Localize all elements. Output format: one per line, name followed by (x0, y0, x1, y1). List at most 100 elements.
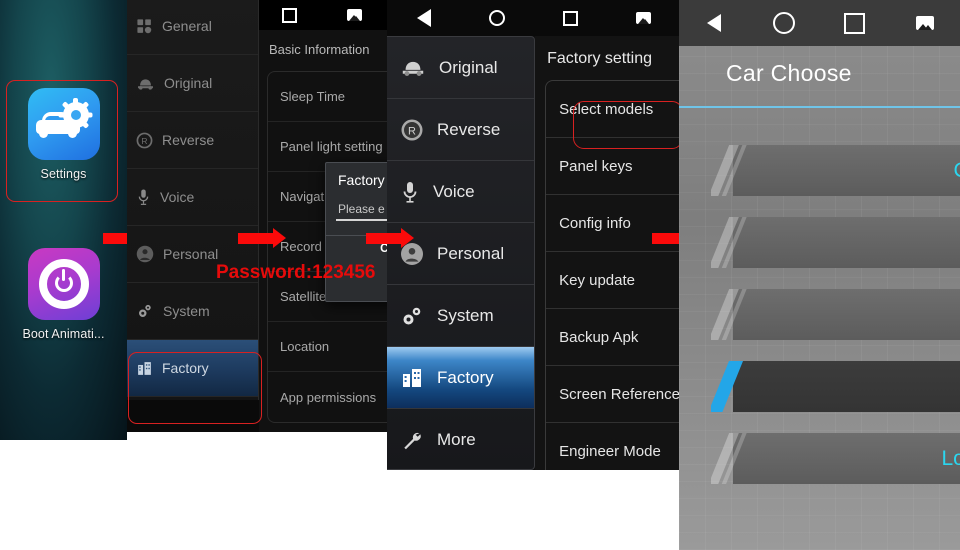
sidebar-item-label: Original (164, 75, 213, 91)
factory-sidebar[interactable]: Original R Reverse Voice Personal System (387, 36, 536, 470)
nav-home-button[interactable] (749, 12, 819, 34)
recents-icon (282, 7, 297, 23)
gears-icon (139, 304, 151, 317)
sidebar-item-label: Personal (163, 246, 219, 262)
factory-settings-panel: Original R Reverse Voice Personal System (387, 0, 680, 470)
list-item[interactable]: Sleep Time (268, 72, 387, 122)
page-title: Factory setting (547, 50, 653, 67)
password-input[interactable] (336, 219, 387, 221)
car-icon (402, 61, 424, 76)
sidebar-item-label: More (437, 429, 476, 449)
sidebar-item-general[interactable]: General (127, 0, 258, 55)
row-accent-stripe (711, 361, 751, 412)
back-icon (707, 14, 722, 32)
sidebar-item-more[interactable]: More (387, 409, 534, 470)
nav-recents-button[interactable] (534, 10, 607, 26)
sidebar-item-label: Voice (160, 189, 195, 205)
microphone-icon (138, 189, 149, 205)
sidebar-item-label: General (162, 18, 212, 34)
sidebar-item-label: Personal (437, 243, 505, 263)
screenshot-icon (347, 9, 362, 21)
sidebar-item-label: Reverse (437, 119, 501, 139)
list-item[interactable]: Location (268, 322, 387, 372)
row-accent-stripe (711, 217, 751, 268)
nav-back-button[interactable] (387, 9, 460, 27)
row-key: Logo: (941, 446, 960, 470)
app-label-boot-animation: Boot Animati... (22, 327, 105, 341)
car-icon (138, 78, 153, 90)
select-models-highlight-box (573, 101, 680, 149)
list-item[interactable]: Key update (546, 252, 680, 309)
dialog-title: Factory (338, 172, 385, 188)
nav-back-button[interactable] (679, 14, 749, 32)
person-icon (136, 245, 154, 263)
settings-highlight-box (6, 80, 118, 202)
screenshot-stage: Settings Boot Animati... General Origina… (0, 0, 960, 550)
nav-screenshot-button[interactable] (322, 9, 387, 21)
car-choose-panel: Car Choose CanBox: Hiworld Cars: Honda M… (679, 0, 960, 550)
android-navbar (387, 0, 680, 36)
nav-recents-button[interactable] (257, 7, 322, 23)
row-accent-stripe (711, 145, 751, 196)
nav-screenshot-button[interactable] (890, 16, 960, 30)
title-divider (679, 106, 960, 108)
list-item[interactable]: Engineer Mode (546, 423, 680, 470)
sidebar-item-system[interactable]: System (127, 283, 258, 340)
home-icon (773, 12, 796, 34)
list-item[interactable]: App permissions (268, 372, 387, 422)
back-icon (416, 9, 431, 27)
gears-icon (403, 307, 421, 324)
row-accent-stripe (711, 289, 751, 340)
screenshot-icon (635, 12, 651, 24)
screenshot-icon (915, 16, 934, 30)
sidebar-item-voice[interactable]: Voice (127, 169, 258, 226)
general-icon (137, 18, 152, 33)
android-navbar (679, 0, 960, 46)
factory-item-highlight-box (128, 352, 262, 424)
reverse-icon: R (136, 132, 153, 148)
launcher-panel: Settings Boot Animati... (0, 0, 127, 440)
sidebar-item-system[interactable]: System (387, 285, 535, 347)
sidebar-item-label: Voice (433, 181, 475, 201)
sidebar-item-reverse[interactable]: R Reverse (127, 112, 258, 169)
power-boot-icon[interactable] (27, 248, 100, 320)
car-choose-row-canbox[interactable]: CanBox: Hiworld (711, 145, 960, 196)
page-title: Basic Information (269, 42, 370, 57)
sidebar-item-factory[interactable]: Factory (387, 347, 535, 409)
sidebar-item-label: Original (439, 57, 498, 77)
recents-icon (844, 12, 866, 34)
sidebar-item-original[interactable]: Original (387, 37, 535, 99)
settings-sidebar[interactable]: General Original R Reverse Voice Persona… (127, 0, 259, 400)
car-choose-row-config[interactable]: Config: Public (711, 361, 960, 412)
sidebar-item-original[interactable]: Original (127, 55, 258, 112)
list-item[interactable]: Backup Apk (546, 309, 680, 366)
car-choose-row-cars[interactable]: Cars: Honda (711, 217, 960, 268)
password-annotation: Password:123456 (216, 262, 376, 283)
nav-recents-button[interactable] (820, 12, 890, 34)
reverse-icon: R (401, 119, 423, 140)
car-choose-row-models[interactable]: Models: Crider (711, 289, 960, 340)
row-key: CanBox: (953, 159, 960, 183)
nav-home-button[interactable] (460, 10, 533, 26)
car-choose-row-logo[interactable]: Logo: (711, 433, 960, 484)
list-item[interactable]: Screen Reference (546, 366, 680, 423)
page-title: Car Choose (726, 60, 852, 86)
microphone-icon (403, 181, 417, 203)
factory-icon (403, 368, 421, 387)
sidebar-item-label: Reverse (162, 132, 215, 148)
sidebar-item-label: System (163, 303, 210, 319)
dialog-hint: Please e (338, 202, 385, 216)
nav-screenshot-button[interactable] (607, 12, 680, 24)
flow-arrow-2 (238, 228, 286, 248)
sidebar-item-label: System (437, 305, 494, 325)
svg-text:R: R (408, 125, 416, 137)
flow-arrow-3 (366, 228, 414, 248)
app-tile-boot-animation[interactable]: Boot Animati... (0, 248, 127, 341)
row-accent-stripe (711, 433, 751, 484)
home-icon (488, 10, 505, 26)
sidebar-item-reverse[interactable]: R Reverse (387, 99, 535, 161)
sidebar-item-voice[interactable]: Voice (387, 161, 535, 223)
sidebar-item-label: Factory (437, 367, 494, 387)
recents-icon (562, 10, 578, 26)
svg-text:R: R (141, 136, 147, 146)
